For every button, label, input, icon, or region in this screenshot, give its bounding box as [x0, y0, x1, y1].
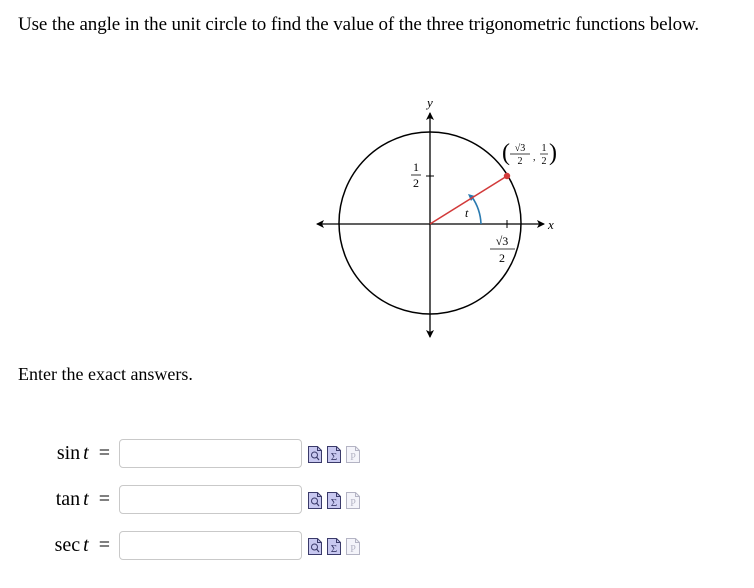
preview-icon[interactable] [308, 492, 322, 509]
variable-name: t [83, 442, 89, 464]
equation-editor-icon[interactable]: Σ [327, 492, 341, 509]
x-tick-numerator: √3 [496, 234, 509, 248]
pdf-icon: P [346, 446, 360, 463]
point-label-y-numerator: 1 [542, 143, 547, 154]
unit-circle-figure: y x t 1 2 √3 2 ( √3 2 , 1 2 ) [300, 90, 570, 350]
equation-editor-icon[interactable]: Σ [327, 538, 341, 555]
y-tick-numerator: 1 [413, 160, 419, 174]
sin-answer-input[interactable] [119, 439, 302, 468]
function-name: sec [54, 534, 81, 556]
variable-name: t [83, 488, 89, 510]
point-label-comma: , [533, 152, 536, 163]
answer-row-sin: sin t = Σ P [0, 439, 400, 469]
sec-answer-input[interactable] [119, 531, 302, 560]
point-label-y-denominator: 2 [542, 156, 547, 167]
sin-label: sin t = [57, 442, 110, 465]
point-label-x-denominator: 2 [518, 156, 523, 167]
answer-row-sec: sec t = Σ P [0, 531, 400, 561]
preview-icon[interactable] [308, 538, 322, 555]
equals-sign: = [98, 442, 110, 464]
tan-label: tan t = [56, 488, 110, 511]
point-label-close-paren: ) [549, 140, 557, 166]
x-axis-label: x [547, 217, 554, 232]
y-axis-label: y [425, 95, 433, 110]
instructions-subtitle: Enter the exact answers. [18, 364, 193, 384]
answer-row-tan: tan t = Σ P [0, 485, 400, 515]
svg-text:Σ: Σ [331, 543, 337, 555]
tan-answer-input[interactable] [119, 485, 302, 514]
equals-sign: = [98, 534, 110, 556]
instruction-text: Use the angle in the unit circle to find… [18, 14, 700, 35]
svg-text:P: P [350, 452, 356, 463]
point-label-x-numerator: √3 [515, 143, 526, 154]
point-label-open-paren: ( [502, 140, 510, 166]
equation-editor-icon[interactable]: Σ [327, 446, 341, 463]
pdf-icon: P [346, 538, 360, 555]
function-name: tan [55, 488, 81, 510]
point-on-circle [503, 172, 511, 180]
equals-sign: = [98, 488, 110, 510]
pdf-icon: P [346, 492, 360, 509]
function-name: sin [56, 442, 81, 464]
sec-label: sec t = [55, 534, 110, 557]
angle-arc [471, 196, 482, 225]
y-tick-denominator: 2 [413, 176, 419, 190]
svg-text:P: P [350, 498, 356, 509]
svg-text:Σ: Σ [331, 497, 337, 509]
svg-text:Σ: Σ [331, 451, 337, 463]
radius-line [429, 175, 508, 225]
svg-text:P: P [350, 544, 356, 555]
preview-icon[interactable] [308, 446, 322, 463]
x-tick-denominator: 2 [499, 251, 505, 265]
angle-label: t [465, 206, 469, 220]
variable-name: t [83, 534, 89, 556]
